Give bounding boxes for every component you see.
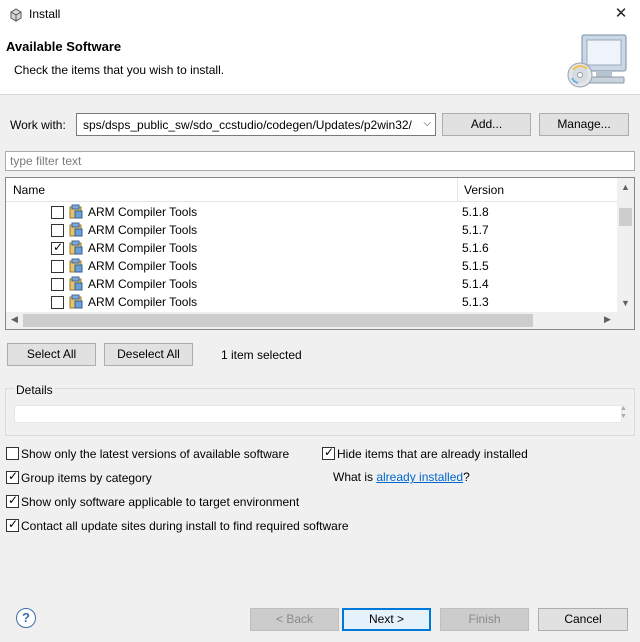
row-version: 5.1.5	[462, 259, 489, 273]
feature-package-icon	[69, 222, 83, 237]
wizard-header: Available Software Check the items that …	[0, 28, 640, 95]
row-checkbox[interactable]	[51, 240, 64, 255]
work-with-label: Work with:	[10, 118, 66, 132]
row-checkbox[interactable]	[51, 296, 64, 309]
group-by-category-label[interactable]: Group items by category	[21, 471, 152, 485]
column-separator	[457, 178, 458, 202]
contact-sites-checkbox[interactable]	[6, 517, 19, 532]
computer-with-cd-icon	[567, 34, 627, 88]
latest-only-label[interactable]: Show only the latest versions of availab…	[21, 447, 289, 461]
feature-package-icon	[69, 204, 83, 219]
row-name: ARM Compiler Tools	[88, 259, 198, 273]
table-row[interactable]: ARM Compiler Tools 5.1.5	[6, 257, 618, 275]
work-with-combo[interactable]: sps/dsps_public_sw/sdo_ccstudio/codegen/…	[76, 113, 436, 136]
close-icon[interactable]: ✕	[610, 3, 632, 25]
row-checkbox[interactable]	[51, 260, 64, 273]
scrollbar-thumb[interactable]	[23, 314, 533, 327]
scroll-up-icon[interactable]: ▲	[617, 182, 634, 192]
row-name: ARM Compiler Tools	[88, 205, 198, 219]
feature-package-icon	[69, 294, 83, 309]
window-title: Install	[29, 7, 61, 21]
feature-package-icon	[69, 258, 83, 273]
column-header-name[interactable]: Name	[13, 183, 45, 197]
row-name: ARM Compiler Tools	[88, 295, 198, 309]
work-with-value: sps/dsps_public_sw/sdo_ccstudio/codegen/…	[83, 118, 412, 132]
table-row[interactable]: ARM Compiler Tools 5.1.8	[6, 203, 618, 221]
title-bar: Install ✕	[0, 0, 640, 28]
row-checkbox[interactable]	[51, 224, 64, 237]
filter-field[interactable]	[5, 151, 635, 171]
scroll-right-icon[interactable]: ▶	[604, 314, 611, 325]
back-button[interactable]: < Back	[250, 608, 339, 631]
table-row[interactable]: ARM Compiler Tools 5.1.6	[6, 239, 618, 257]
page-subtitle: Check the items that you wish to install…	[14, 63, 225, 77]
row-version: 5.1.3	[462, 295, 489, 309]
cancel-button[interactable]: Cancel	[538, 608, 628, 631]
row-version: 5.1.7	[462, 223, 489, 237]
column-header-version[interactable]: Version	[464, 183, 504, 197]
group-by-category-checkbox[interactable]	[6, 469, 19, 484]
page-title: Available Software	[6, 39, 122, 54]
target-env-label[interactable]: Show only software applicable to target …	[21, 495, 299, 509]
feature-package-icon	[69, 276, 83, 291]
selection-status: 1 item selected	[221, 348, 302, 362]
hide-installed-checkbox[interactable]	[322, 445, 335, 460]
select-all-button[interactable]: Select All	[7, 343, 96, 366]
software-table[interactable]: Name Version ARM Compiler Tools 5.1.8 AR…	[5, 177, 635, 330]
scroll-down-icon[interactable]: ▼	[617, 298, 634, 308]
row-version: 5.1.8	[462, 205, 489, 219]
details-text-area[interactable]	[14, 405, 622, 423]
hide-installed-label[interactable]: Hide items that are already installed	[337, 447, 528, 461]
table-row[interactable]: ARM Compiler Tools 5.1.4	[6, 275, 618, 293]
contact-sites-label[interactable]: Contact all update sites during install …	[21, 519, 349, 533]
already-installed-link[interactable]: already installed	[376, 470, 463, 484]
filter-input[interactable]	[6, 152, 634, 170]
feature-package-icon	[69, 240, 83, 255]
row-name: ARM Compiler Tools	[88, 277, 198, 291]
table-row[interactable]: ARM Compiler Tools 5.1.7	[6, 221, 618, 239]
add-button[interactable]: Add...	[442, 113, 531, 136]
scroll-left-icon[interactable]: ◀	[11, 314, 18, 325]
row-name: ARM Compiler Tools	[88, 241, 198, 255]
vertical-scrollbar[interactable]: ▲ ▼	[617, 178, 634, 313]
row-name: ARM Compiler Tools	[88, 223, 198, 237]
horizontal-scrollbar[interactable]: ◀ ▶	[6, 312, 634, 329]
next-button[interactable]: Next >	[342, 608, 431, 631]
table-header: Name Version	[6, 178, 618, 202]
latest-only-checkbox[interactable]	[6, 447, 19, 460]
details-group: Details ▲ ▼	[5, 383, 635, 436]
what-is-prefix: What is	[333, 470, 377, 484]
details-label: Details	[14, 383, 55, 397]
deselect-all-button[interactable]: Deselect All	[104, 343, 193, 366]
row-checkbox[interactable]	[51, 206, 64, 219]
already-installed-text: What is already installed?	[333, 470, 470, 484]
finish-button[interactable]: Finish	[440, 608, 529, 631]
what-is-suffix: ?	[463, 470, 470, 484]
table-row[interactable]: ARM Compiler Tools 5.1.3	[6, 293, 618, 311]
target-env-checkbox[interactable]	[6, 493, 19, 508]
scrollbar-thumb[interactable]	[619, 208, 632, 226]
eclipse-install-icon	[10, 8, 22, 22]
row-version: 5.1.4	[462, 277, 489, 291]
chevron-down-icon[interactable]: ⌵	[423, 118, 431, 129]
help-icon[interactable]: ?	[16, 608, 36, 628]
details-scroll-icon[interactable]: ▲ ▼	[620, 405, 627, 421]
manage-button[interactable]: Manage...	[539, 113, 629, 136]
row-version: 5.1.6	[462, 241, 489, 255]
row-checkbox[interactable]	[51, 278, 64, 291]
